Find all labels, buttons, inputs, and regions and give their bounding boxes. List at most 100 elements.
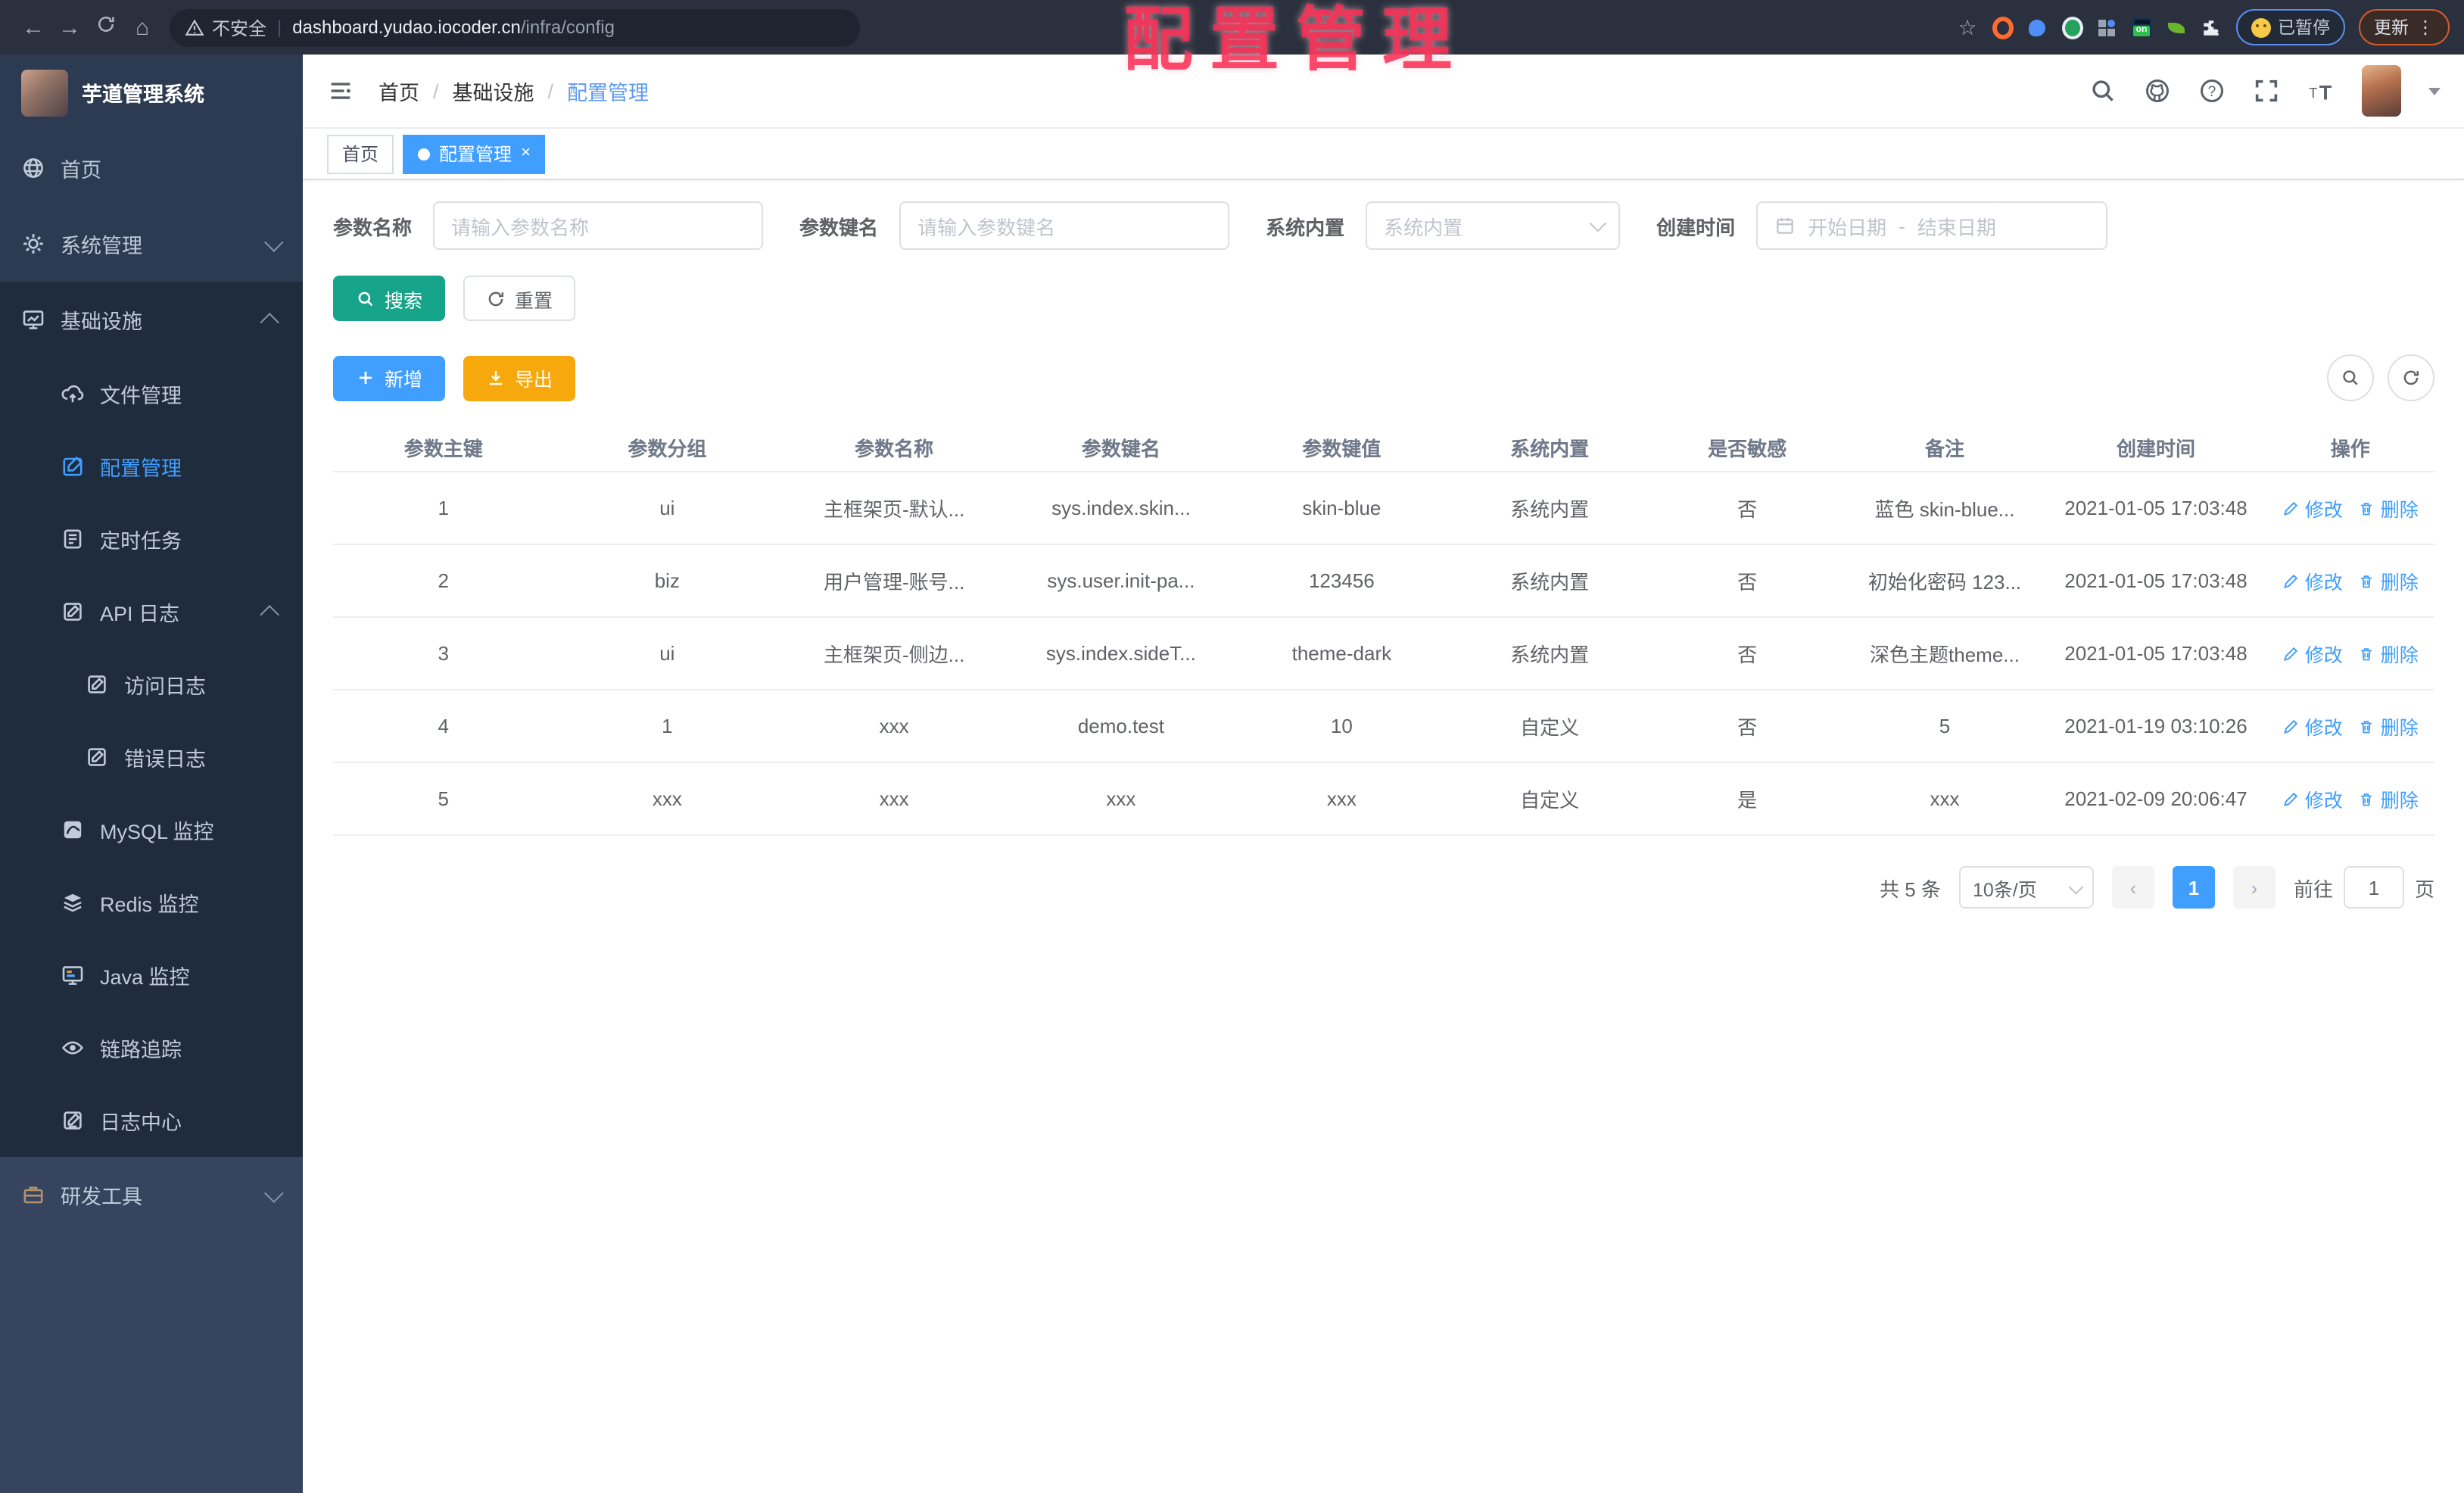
cell-参数分组: biz <box>654 569 680 592</box>
extensions-puzzle-icon[interactable] <box>2201 17 2222 38</box>
column-header-参数键名: 参数键名 <box>1081 437 1160 460</box>
address-bar[interactable]: 不安全 | dashboard.yudao.iocoder.cn/infra/c… <box>170 8 860 46</box>
extension-green-circle-icon[interactable] <box>2061 16 2082 39</box>
bookmark-star-icon[interactable]: ☆ <box>1957 14 1978 39</box>
cell-参数分组: ui <box>659 642 675 665</box>
delete-link[interactable]: 删除 <box>2358 639 2419 668</box>
page-unit-label: 页 <box>2414 877 2434 900</box>
user-avatar[interactable] <box>2362 65 2401 117</box>
tab-close-icon[interactable]: × <box>521 145 531 162</box>
cell-系统内置: 自定义 <box>1520 716 1580 739</box>
cell-是否敏感: 否 <box>1737 644 1758 666</box>
sidebar-item-MySQL 监控[interactable]: MySQL 监控 <box>0 793 303 866</box>
refresh-table-button[interactable] <box>2388 354 2434 401</box>
breadcrumb-current[interactable]: 配置管理 <box>567 76 649 106</box>
reset-button[interactable]: 重置 <box>463 276 576 321</box>
schedule-icon <box>61 527 85 551</box>
sidebar-item-日志中心[interactable]: 日志中心 <box>0 1084 303 1157</box>
cell-备注: 蓝色 skin-blue... <box>1874 498 2015 521</box>
log-icon <box>85 672 109 697</box>
column-header-操作: 操作 <box>2330 437 2370 460</box>
extension-blue-pin-icon[interactable] <box>2026 17 2048 38</box>
help-icon[interactable]: ? <box>2198 77 2226 104</box>
breadcrumb-infra[interactable]: 基础设施 <box>453 76 534 106</box>
next-page-button[interactable]: › <box>2232 866 2276 909</box>
column-header-创建时间: 创建时间 <box>2116 437 2195 460</box>
edit-link[interactable]: 修改 <box>2282 639 2343 668</box>
extension-on-badge-icon[interactable]: on <box>2131 17 2152 38</box>
app-logo-image <box>21 69 68 116</box>
tab-config[interactable]: 配置管理 × <box>403 134 546 173</box>
cell-参数键名: sys.index.sideT... <box>1045 642 1196 665</box>
cell-参数主键: 5 <box>438 787 449 810</box>
browser-back-icon[interactable]: ← <box>15 14 51 40</box>
app-logo-row[interactable]: 芋道管理系统 <box>0 55 303 130</box>
sidebar-item-首页[interactable]: 首页 <box>0 130 303 206</box>
fullscreen-icon[interactable] <box>2253 77 2280 104</box>
sidebar-item-访问日志[interactable]: 访问日志 <box>0 648 303 721</box>
sidebar-item-系统管理[interactable]: 系统管理 <box>0 206 303 282</box>
sidebar-collapse-icon[interactable] <box>327 77 354 104</box>
created-time-range-picker[interactable]: 开始日期 - 结束日期 <box>1756 201 2108 250</box>
sidebar-item-链路追踪[interactable]: 链路追踪 <box>0 1011 303 1084</box>
browser-forward-icon[interactable]: → <box>51 14 88 40</box>
sidebar-item-基础设施[interactable]: 基础设施 <box>0 282 303 357</box>
extension-grid-icon[interactable] <box>2096 17 2117 38</box>
sidebar-item-label: 链路追踪 <box>100 1039 182 1061</box>
prev-page-button[interactable]: ‹ <box>2111 866 2154 909</box>
extension-orange-ring-icon[interactable] <box>1992 16 2013 39</box>
search-icon[interactable] <box>2089 77 2117 104</box>
user-menu-caret-icon[interactable] <box>2428 87 2441 95</box>
browser-home-icon[interactable]: ⌂ <box>124 14 160 40</box>
edit-link[interactable]: 修改 <box>2282 712 2343 740</box>
app-title: 芋道管理系统 <box>82 83 204 106</box>
edit-link[interactable]: 修改 <box>2282 494 2343 522</box>
export-button[interactable]: 导出 <box>463 355 576 401</box>
cell-创建时间: 2021-01-05 17:03:48 <box>2064 569 2248 592</box>
add-button[interactable]: 新增 <box>333 355 446 401</box>
sidebar-item-Java 监控[interactable]: Java 监控 <box>0 939 303 1011</box>
sidebar-item-定时任务[interactable]: 定时任务 <box>0 503 303 575</box>
sidebar-item-Redis 监控[interactable]: Redis 监控 <box>0 866 303 939</box>
cell-系统内置: 自定义 <box>1520 789 1580 812</box>
page-number-1[interactable]: 1 <box>2172 866 2215 909</box>
delete-link[interactable]: 删除 <box>2358 712 2419 740</box>
browser-menu-dots-icon[interactable]: ⋮ <box>2416 17 2434 38</box>
builtin-select[interactable]: 系统内置 <box>1366 201 1621 250</box>
cell-操作: 修改 删除 <box>2266 712 2434 740</box>
delete-link[interactable]: 删除 <box>2358 494 2419 522</box>
profile-paused-pill[interactable]: 已暂停 <box>2235 9 2345 45</box>
param-key-label: 参数键名 <box>799 216 879 238</box>
builtin-label: 系统内置 <box>1266 216 1345 238</box>
table-header-row: 参数主键 参数分组 参数名称 参数键名 参数键值 系统内置 是否敏感 备注 创建时间 操作 <box>333 422 2434 472</box>
cell-参数主键: 1 <box>438 497 449 519</box>
font-size-icon[interactable]: TT <box>2307 77 2335 104</box>
goto-page-input[interactable] <box>2343 866 2404 909</box>
not-secure-warning-icon <box>185 17 204 37</box>
toggle-search-button[interactable] <box>2327 354 2374 401</box>
search-button[interactable]: 搜索 <box>333 276 446 321</box>
sidebar-item-文件管理[interactable]: 文件管理 <box>0 357 303 430</box>
browser-reload-icon[interactable] <box>88 14 124 41</box>
mysql-icon <box>61 818 85 842</box>
breadcrumb-home[interactable]: 首页 <box>378 76 419 106</box>
browser-update-button[interactable]: 更新 ⋮ <box>2359 9 2450 45</box>
edit-link[interactable]: 修改 <box>2282 566 2343 595</box>
delete-link[interactable]: 删除 <box>2358 784 2419 813</box>
table-row: 5 xxx xxx xxx xxx 自定义 是 xxx 2021-02-09 20:06:47 修… <box>333 763 2434 836</box>
github-icon[interactable] <box>2144 77 2171 104</box>
trace-eye-icon <box>61 1036 85 1060</box>
sidebar-item-配置管理[interactable]: 配置管理 <box>0 430 303 503</box>
param-key-input[interactable]: 请输入参数键名 <box>899 201 1230 250</box>
sidebar-item-label: 系统管理 <box>61 235 142 257</box>
sidebar-item-API 日志[interactable]: API 日志 <box>0 575 303 648</box>
delete-link[interactable]: 删除 <box>2358 566 2419 595</box>
extension-leaf-icon[interactable] <box>2166 17 2187 38</box>
page-size-select[interactable]: 10条/页 <box>1958 866 2094 909</box>
cell-创建时间: 2021-01-19 03:10:26 <box>2064 715 2248 737</box>
param-name-input[interactable]: 请输入参数名称 <box>433 201 764 250</box>
sidebar-item-研发工具[interactable]: 研发工具 <box>0 1157 303 1233</box>
sidebar-item-错误日志[interactable]: 错误日志 <box>0 721 303 793</box>
edit-link[interactable]: 修改 <box>2282 784 2343 813</box>
tab-home[interactable]: 首页 <box>327 134 394 173</box>
